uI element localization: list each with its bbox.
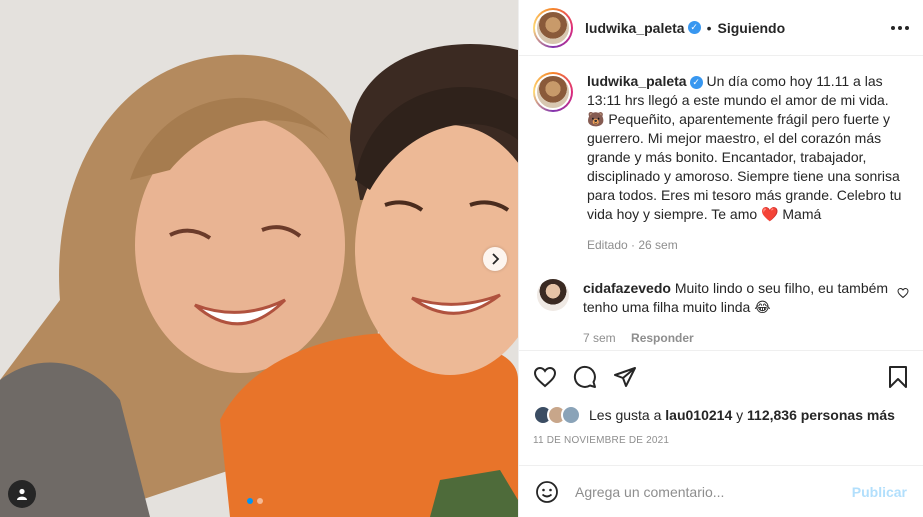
share-icon[interactable] xyxy=(613,365,637,389)
comment-icon[interactable] xyxy=(573,365,597,389)
comment-input[interactable] xyxy=(575,483,852,500)
carousel-indicator xyxy=(247,498,263,504)
user-tag-icon xyxy=(17,488,27,500)
caption-meta: Editado · 26 sem xyxy=(587,238,678,252)
heart-icon[interactable] xyxy=(897,287,909,299)
chevron-right-icon xyxy=(492,253,500,265)
heart-icon[interactable] xyxy=(533,365,557,389)
header-separator: • xyxy=(706,19,712,36)
author-username[interactable]: ludwika_paleta xyxy=(585,20,685,36)
next-photo-button[interactable] xyxy=(483,247,507,271)
likes-count[interactable]: 112,836 personas más xyxy=(747,407,895,423)
comment-item: cidafazevedo Muito lindo o seu filho, eu… xyxy=(533,279,909,348)
caption-avatar[interactable] xyxy=(533,72,573,112)
comment-time: 7 sem xyxy=(583,331,616,345)
post-modal: ludwika_paleta ✓ • Siguiendo ludwika_pal… xyxy=(0,0,923,517)
post-photo[interactable] xyxy=(0,0,518,517)
likes-prefix: Les gusta a xyxy=(589,407,662,423)
more-icon[interactable] xyxy=(891,25,909,30)
add-comment-bar: Publicar xyxy=(519,465,923,517)
bookmark-icon[interactable] xyxy=(887,365,909,389)
caption: ludwika_paleta ✓ Un día como hoy 11.11 a … xyxy=(533,72,909,255)
post-date[interactable]: 11 de noviembre de 2021 xyxy=(533,435,909,446)
carousel-dot xyxy=(257,498,263,504)
photo-image xyxy=(0,0,518,517)
comments-section: ludwika_paleta ✓ Un día como hoy 11.11 a … xyxy=(519,56,923,350)
post-actions: Les gusta a lau010214 y 112,836 personas… xyxy=(519,350,923,465)
likes-summary: Les gusta a lau010214 y 112,836 personas… xyxy=(533,405,909,425)
caption-text: Un día como hoy 11.11 a las 13:11 hrs ll… xyxy=(587,73,902,222)
caption-username[interactable]: ludwika_paleta xyxy=(587,73,687,89)
emoji-icon[interactable] xyxy=(535,480,559,504)
likes-user[interactable]: lau010214 xyxy=(665,407,732,423)
following-button[interactable]: Siguiendo xyxy=(718,20,786,36)
likes-joiner: y xyxy=(736,407,744,423)
verified-icon: ✓ xyxy=(689,75,703,89)
publish-button[interactable]: Publicar xyxy=(852,484,907,500)
commenter-avatar[interactable] xyxy=(537,279,569,311)
reply-button[interactable]: Responder xyxy=(631,331,694,345)
commenter-username[interactable]: cidafazevedo xyxy=(583,280,671,296)
verified-icon: ✓ xyxy=(687,21,701,34)
author-avatar[interactable] xyxy=(533,7,573,48)
carousel-dot xyxy=(247,498,253,504)
post-side-panel: ludwika_paleta ✓ • Siguiendo ludwika_pal… xyxy=(518,0,923,517)
tagged-users-button[interactable] xyxy=(8,480,36,508)
liker-avatars[interactable] xyxy=(533,405,581,425)
post-header: ludwika_paleta ✓ • Siguiendo xyxy=(519,0,923,56)
